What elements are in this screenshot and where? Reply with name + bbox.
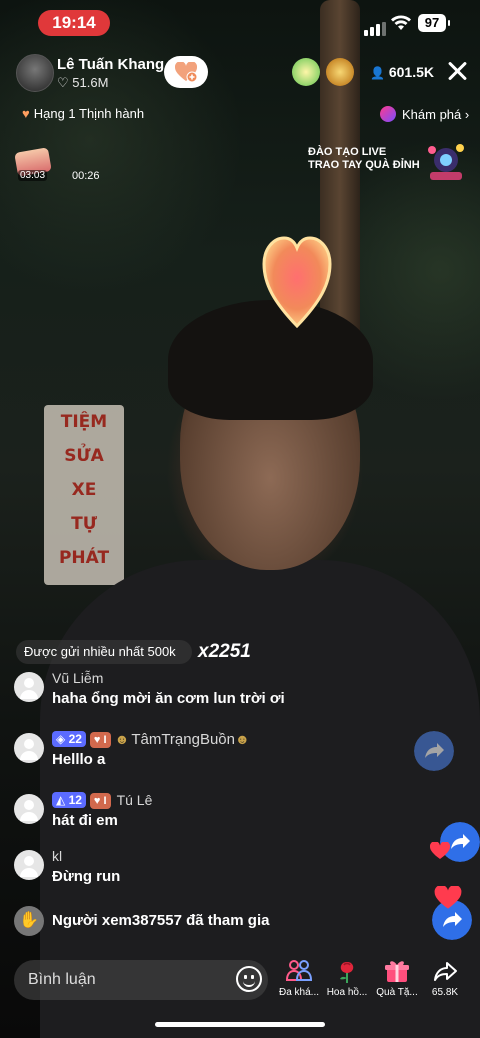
comment-placeholder: Bình luận xyxy=(28,971,96,988)
4k-badge[interactable] xyxy=(326,58,354,86)
comment-item[interactable]: kl Đừng run xyxy=(14,848,374,892)
user-avatar[interactable] xyxy=(14,794,44,824)
battery-indicator: 97 xyxy=(418,14,450,32)
ranking-label[interactable]: ♥ Hạng 1 Thịnh hành xyxy=(22,106,144,121)
top-gifter-banner[interactable]: Được gửi nhiều nhất 500k xyxy=(16,640,192,664)
smiley-icon: ☻ xyxy=(234,731,250,747)
smiley-icon: ☻ xyxy=(114,731,130,747)
explore-link[interactable]: Khám phá › xyxy=(380,106,469,122)
gift-button[interactable]: Quà Tặ... xyxy=(372,958,422,998)
bottom-bar: Bình luận Đa khá... Hoa hồ... Quà Tặ... … xyxy=(0,950,480,1010)
repair-shop-sign: TIỆM SỬA XE TỰ PHÁT xyxy=(44,405,124,585)
emoji-icon[interactable] xyxy=(236,966,262,992)
explore-icon xyxy=(380,106,396,122)
share-icon xyxy=(434,962,457,981)
treasure-countdown: 03:03 xyxy=(18,170,48,181)
share-button[interactable]: 65.8K xyxy=(420,958,470,998)
comment-username[interactable]: kl xyxy=(52,848,62,864)
join-notice-text: Người xem387557 đã tham gia xyxy=(52,912,270,929)
status-bar: 19:14 97 xyxy=(0,0,480,46)
viewer-count[interactable]: 👤 601.5K xyxy=(370,64,434,80)
fan-club-badge: ♥ I xyxy=(89,793,111,809)
heart-icon: ♥ xyxy=(22,106,30,121)
close-button[interactable] xyxy=(446,60,468,82)
follow-button[interactable] xyxy=(164,56,208,88)
gift-icon xyxy=(385,961,409,982)
floating-like-heart-icon xyxy=(430,842,450,859)
gift-combo-count: x2251 xyxy=(198,641,251,662)
cellular-signal-icon xyxy=(364,18,388,36)
rose-gift-button[interactable]: Hoa hồ... xyxy=(322,958,372,998)
live-stream-screen: TIỆM SỬA XE TỰ PHÁT 19:14 97 Lê Tuấn Kha… xyxy=(0,0,480,1038)
rose-label: Hoa hồ... xyxy=(326,987,368,998)
person-icon: 👤 xyxy=(370,66,385,80)
multi-guest-label: Đa khá... xyxy=(278,987,320,998)
multi-guest-button[interactable]: Đa khá... xyxy=(274,958,324,998)
promo-banner-art[interactable] xyxy=(424,140,468,182)
comment-item[interactable]: ◭ 12 ♥ I Tú Lê hát đi em xyxy=(14,792,374,836)
host-avatar[interactable] xyxy=(16,54,54,92)
share-float-icon[interactable] xyxy=(414,731,454,771)
comment-text: haha ổng mời ăn cơm lun trời ơi xyxy=(52,690,285,707)
comment-item[interactable]: Vũ Liễm haha ổng mời ăn cơm lun trời ơi xyxy=(14,670,374,714)
gift-ranking-badge[interactable] xyxy=(292,58,320,86)
gift-label: Quà Tặ... xyxy=(376,987,418,998)
level-badge: ◭ 12 xyxy=(52,792,86,808)
host-likes: ♡ 51.6M xyxy=(57,75,109,90)
level-badge: ◈ 22 xyxy=(52,731,86,747)
host-name: Lê Tuấn Khang xyxy=(57,56,165,73)
user-avatar[interactable] xyxy=(14,850,44,880)
fan-club-badge: ♥ I xyxy=(89,732,111,748)
share-count: 65.8K xyxy=(431,987,459,998)
comment-text: hát đi em xyxy=(52,812,118,829)
comment-username: TâmTrạngBuồn xyxy=(131,731,235,748)
heart-outline-icon: ♡ xyxy=(57,75,69,90)
wave-hand-icon: ✋ xyxy=(14,906,44,936)
floating-like-heart-icon xyxy=(434,886,462,909)
multi-guest-icon xyxy=(285,960,313,981)
comment-header[interactable]: ◈ 22 ♥ I ☻ TâmTrạngBuồn☻ xyxy=(52,731,250,748)
comment-input[interactable]: Bình luận xyxy=(14,960,268,1000)
treasure-timer: 00:26 xyxy=(72,170,100,182)
floating-heart-effect xyxy=(262,236,332,328)
user-avatar[interactable] xyxy=(14,733,44,763)
status-time[interactable]: 19:14 xyxy=(38,10,110,36)
comment-username: Tú Lê xyxy=(116,792,153,808)
comment-header[interactable]: ◭ 12 ♥ I Tú Lê xyxy=(52,792,152,809)
wifi-icon xyxy=(391,15,411,30)
comment-username[interactable]: Vũ Liễm xyxy=(52,670,103,686)
heart-plus-icon xyxy=(175,62,197,82)
promo-banner-text[interactable]: ĐÀO TẠO LIVE TRAO TAY QUÀ ĐỈNH xyxy=(308,146,420,172)
user-avatar[interactable] xyxy=(14,672,44,702)
comment-text: Đừng run xyxy=(52,868,121,885)
home-indicator[interactable] xyxy=(155,1022,325,1027)
comment-text: Helllo a xyxy=(52,751,106,768)
treasure-chest[interactable]: 03:03 xyxy=(14,146,54,182)
comment-item[interactable]: ◈ 22 ♥ I ☻ TâmTrạngBuồn☻ Helllo a xyxy=(14,731,374,775)
rose-icon xyxy=(340,962,354,983)
